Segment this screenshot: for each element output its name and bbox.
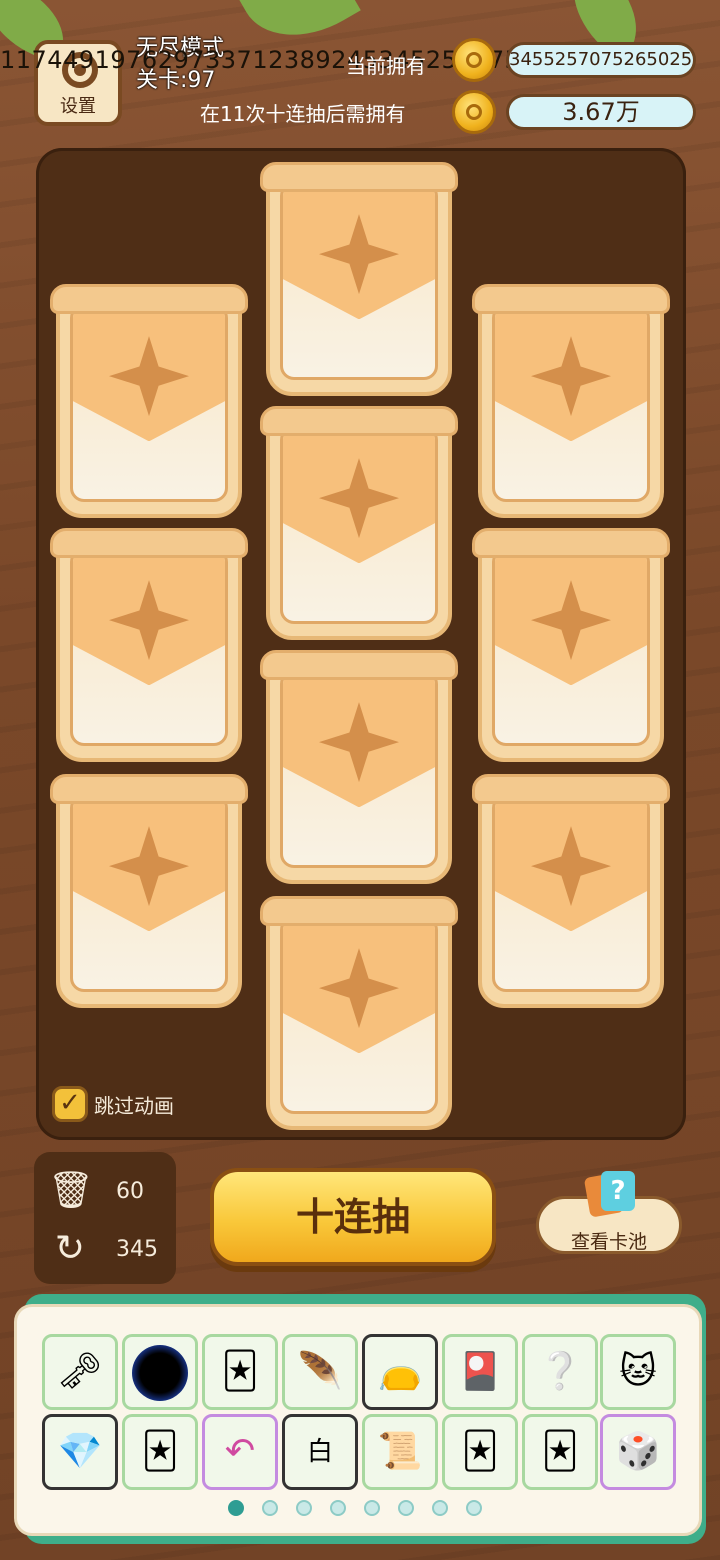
item-slot-black-hole[interactable] — [122, 1334, 198, 1410]
owned-value-text: 34552570752650254 — [509, 49, 696, 70]
owned-value: 34552570752650254 — [506, 42, 696, 78]
item-slot-lucky-cat[interactable]: 🐱 — [600, 1334, 676, 1410]
refresh-count: 345 — [116, 1236, 158, 1262]
page-dot[interactable] — [296, 1500, 312, 1516]
item-slot-cards-x2[interactable]: 🃏 — [122, 1414, 198, 1490]
view-pool-label: 查看卡池 — [570, 1231, 647, 1253]
mystery-card[interactable] — [50, 528, 248, 762]
item-slot-feather[interactable]: 🪶 — [282, 1334, 358, 1410]
skip-animation-toggle[interactable]: ✓ 跳过动画 — [52, 1086, 174, 1122]
mystery-card[interactable] — [260, 162, 458, 396]
page-dot[interactable] — [330, 1500, 346, 1516]
item-slot-card-stack[interactable]: 🎴 — [442, 1334, 518, 1410]
refresh-icon: ↻ — [54, 1228, 86, 1269]
discard-stat: 🗑 60 — [48, 1166, 144, 1216]
currently-owned-label: 当前拥有 — [346, 54, 426, 78]
item-slot-ice-crystal[interactable]: 💎 — [42, 1414, 118, 1490]
stats-panel: 🗑 60 ↻ 345 — [34, 1152, 176, 1284]
page-dot[interactable] — [262, 1500, 278, 1516]
requirement-value: 3.67万 — [506, 94, 696, 130]
page-dot[interactable] — [398, 1500, 414, 1516]
refresh-stat: ↻ 345 — [48, 1224, 158, 1274]
requirement-label: 在11次十连抽后需拥有 — [200, 102, 406, 126]
item-slot-white-tile[interactable]: 白 — [282, 1414, 358, 1490]
view-pool-button[interactable]: ? 查看卡池 — [536, 1171, 682, 1254]
coin-icon — [452, 38, 496, 82]
item-slot-wand-key[interactable]: 🗝 — [42, 1334, 118, 1410]
item-slot-lucky-bag[interactable]: 👝 — [362, 1334, 438, 1410]
checkmark-icon[interactable]: ✓ — [52, 1086, 88, 1122]
mystery-card[interactable] — [260, 650, 458, 884]
ten-draw-button[interactable]: 十连抽 — [210, 1168, 496, 1266]
page-indicator — [228, 1500, 482, 1516]
page-dot[interactable] — [432, 1500, 448, 1516]
discard-count: 60 — [116, 1178, 144, 1204]
skip-animation-label: 跳过动画 — [94, 1093, 174, 1118]
black-hole-icon — [132, 1345, 188, 1401]
mystery-card[interactable] — [472, 528, 670, 762]
trash-icon: 🗑 — [48, 1170, 94, 1211]
item-slot-mystery-card[interactable]: ❔ — [522, 1334, 598, 1410]
page-dot[interactable] — [364, 1500, 380, 1516]
item-slot-scroll[interactable]: 📜 — [362, 1414, 438, 1490]
item-slot-cards-x2[interactable]: 🃏 — [442, 1414, 518, 1490]
mystery-card[interactable] — [472, 774, 670, 1008]
settings-label: 设置 — [60, 96, 96, 117]
item-slot-dice[interactable]: 🎲 — [600, 1414, 676, 1490]
mystery-card[interactable] — [50, 774, 248, 1008]
item-slot-cards-x2[interactable]: 🃏 — [202, 1334, 278, 1410]
mystery-card[interactable] — [50, 284, 248, 518]
page-dot[interactable] — [466, 1500, 482, 1516]
item-slot-cards-x2[interactable]: 🃏 — [522, 1414, 598, 1490]
coin-icon — [452, 90, 496, 134]
page-dot[interactable] — [228, 1500, 244, 1516]
mystery-card[interactable] — [260, 896, 458, 1130]
card-pool-icon: ? — [583, 1171, 637, 1218]
mystery-card[interactable] — [260, 406, 458, 640]
item-slot-undo-arrow[interactable]: ↶ — [202, 1414, 278, 1490]
mystery-card[interactable] — [472, 284, 670, 518]
